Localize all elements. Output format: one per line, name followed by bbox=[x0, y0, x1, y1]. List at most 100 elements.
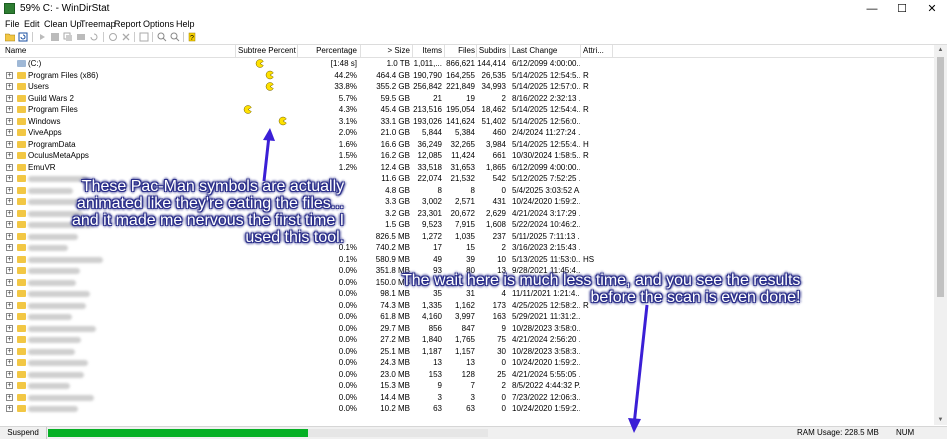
expand-toggle-icon[interactable]: + bbox=[6, 267, 13, 274]
explorer-icon[interactable] bbox=[76, 32, 86, 42]
menu-file[interactable]: File bbox=[5, 18, 20, 30]
expand-toggle-icon[interactable]: + bbox=[6, 129, 13, 136]
table-row[interactable]: +0.0% 10.2 MB 63 63 0 10/24/2020 1:59:2... bbox=[0, 403, 934, 415]
expand-toggle-icon[interactable]: + bbox=[6, 301, 13, 309]
table-row[interactable]: +0.1% 580.9 MB 49 39 10 5/13/2025 11:53:0... H… bbox=[0, 254, 934, 266]
table-row[interactable]: + Program Files 4.3% 45.4 GB 213,516 195,054 1… bbox=[0, 104, 934, 116]
column-subtree-percent[interactable]: Subtree Percent... bbox=[238, 45, 296, 57]
expand-toggle-icon[interactable]: + bbox=[6, 290, 13, 297]
expand-toggle-icon[interactable]: + bbox=[6, 255, 13, 263]
row-last-change: 5/14/2025 12:56:0... bbox=[512, 116, 580, 126]
expand-toggle-icon[interactable]: + bbox=[6, 186, 13, 194]
table-row[interactable]: +0.0% 27.2 MB 1,840 1,765 75 4/21/2024 2:56:2… bbox=[0, 334, 934, 346]
help-icon[interactable]: ? bbox=[187, 32, 197, 42]
column-attributes[interactable]: Attri... bbox=[583, 45, 613, 57]
table-row[interactable]: + OculusMetaApps 1.5% 16.2 GB 12,085 11,424 66… bbox=[0, 150, 934, 162]
recycle-icon[interactable] bbox=[108, 32, 118, 42]
column-items[interactable]: Items bbox=[414, 45, 442, 57]
row-last-change: 3/16/2023 2:15:43 ... bbox=[512, 243, 580, 252]
table-row[interactable]: (C:) [1:48 s] 1.0 TB 1,011,... 866,621 144,41… bbox=[0, 58, 934, 70]
expand-toggle-icon[interactable]: + bbox=[6, 106, 13, 113]
column-size[interactable]: > Size bbox=[362, 45, 410, 57]
expand-toggle-icon[interactable]: + bbox=[6, 209, 13, 217]
scroll-down-arrow-icon[interactable]: ▼ bbox=[934, 415, 947, 425]
expand-toggle-icon[interactable]: + bbox=[6, 152, 13, 159]
expand-toggle-icon[interactable]: + bbox=[6, 370, 13, 378]
expand-toggle-icon[interactable]: + bbox=[6, 382, 13, 389]
table-row[interactable]: + Users 33.8% 355.2 GB 256,842 221,849 34,993 5… bbox=[0, 81, 934, 93]
table-row[interactable]: + Windows 3.1% 33.1 GB 193,026 141,624 51,402 5… bbox=[0, 116, 934, 128]
table-row[interactable]: +0.0% 25.1 MB 1,187 1,157 30 10/28/2023 3:58:… bbox=[0, 346, 934, 358]
zoom-out-icon[interactable] bbox=[170, 32, 180, 42]
expand-toggle-icon[interactable]: + bbox=[6, 71, 13, 79]
row-percentage: 0.0% bbox=[338, 358, 357, 367]
menu-report[interactable]: Report bbox=[114, 18, 141, 30]
suspend-button[interactable]: Suspend bbox=[0, 427, 47, 439]
vertical-scrollbar[interactable]: ▲ ▼ bbox=[934, 45, 947, 425]
expand-toggle-icon[interactable]: + bbox=[6, 313, 13, 320]
menu-treemap[interactable]: Treemap bbox=[80, 18, 116, 30]
table-row[interactable]: +0.0% 15.3 MB 9 7 2 8/5/2022 4:44:32 P... bbox=[0, 380, 934, 392]
expand-toggle-icon[interactable]: + bbox=[6, 336, 13, 343]
expand-toggle-icon[interactable]: + bbox=[6, 244, 13, 251]
expand-toggle-icon[interactable]: + bbox=[6, 278, 13, 286]
menu-edit[interactable]: Edit bbox=[24, 18, 40, 30]
redacted-name bbox=[28, 383, 70, 389]
annotation-pacman-note: These Pac-Man symbols are actually anima… bbox=[72, 178, 345, 246]
scroll-up-arrow-icon[interactable]: ▲ bbox=[934, 45, 947, 55]
delete-icon[interactable] bbox=[121, 32, 131, 42]
play-icon[interactable] bbox=[37, 32, 47, 42]
table-row[interactable]: +0.0% 29.7 MB 856 847 9 10/28/2023 3:58:0... bbox=[0, 323, 934, 335]
expand-toggle-icon[interactable]: + bbox=[6, 232, 13, 240]
expand-toggle-icon[interactable]: + bbox=[6, 347, 13, 355]
menu-clean-up[interactable]: Clean Up bbox=[44, 18, 82, 30]
table-row[interactable]: + ViveApps 2.0% 21.0 GB 5,844 5,384 460 2/4/202… bbox=[0, 127, 934, 139]
expand-toggle-icon[interactable]: + bbox=[6, 405, 13, 412]
table-row[interactable]: +0.0% 24.3 MB 13 13 0 10/24/2020 1:59:2... bbox=[0, 357, 934, 369]
table-row[interactable]: +0.0% 23.0 MB 153 128 25 4/21/2024 5:55:05 ..… bbox=[0, 369, 934, 381]
table-row[interactable]: +0.0% 14.4 MB 3 3 0 7/23/2022 12:06:3... bbox=[0, 392, 934, 404]
properties-icon[interactable] bbox=[139, 32, 149, 42]
expand-toggle-icon[interactable]: + bbox=[6, 175, 13, 182]
expand-toggle-icon[interactable]: + bbox=[6, 198, 13, 205]
table-row[interactable]: + Program Files (x86) 44.2% 464.4 GB 190,790… bbox=[0, 70, 934, 82]
expand-toggle-icon[interactable]: + bbox=[6, 163, 13, 171]
expand-toggle-icon[interactable]: + bbox=[6, 359, 13, 366]
table-row[interactable]: + EmuVR 1.2% 12.4 GB 33,518 31,653 1,865 6/12/2… bbox=[0, 162, 934, 174]
column-percentage[interactable]: Percentage bbox=[299, 45, 357, 57]
row-last-change: 10/30/2024 1:58:5... bbox=[512, 151, 580, 160]
row-items: 213,516 bbox=[413, 105, 442, 114]
expand-toggle-icon[interactable]: + bbox=[6, 221, 13, 228]
row-files: 1,035 bbox=[454, 231, 475, 241]
close-button[interactable]: ✕ bbox=[917, 0, 947, 18]
column-header: Name Subtree Percent... Percentage > Siz… bbox=[0, 45, 934, 58]
copy-icon[interactable] bbox=[63, 32, 73, 42]
expand-toggle-icon[interactable]: + bbox=[6, 393, 13, 401]
table-row[interactable]: + Guild Wars 2 5.7% 59.5 GB 21 19 2 8/16/2022 2… bbox=[0, 93, 934, 105]
menu-options[interactable]: Options bbox=[143, 18, 174, 30]
redacted-name bbox=[28, 406, 78, 412]
column-name[interactable]: Name bbox=[5, 45, 230, 57]
open-folder-icon[interactable] bbox=[5, 32, 15, 42]
table-row[interactable]: + ProgramData 1.6% 16.6 GB 36,249 32,265 3,984… bbox=[0, 139, 934, 151]
maximize-button[interactable]: ☐ bbox=[887, 0, 917, 18]
save-icon[interactable] bbox=[50, 32, 60, 42]
expand-toggle-icon[interactable]: + bbox=[6, 140, 13, 148]
row-files: 5,384 bbox=[454, 128, 475, 137]
expand-toggle-icon[interactable]: + bbox=[6, 117, 13, 125]
minimize-button[interactable]: — bbox=[857, 0, 887, 18]
column-last-change[interactable]: Last Change bbox=[512, 45, 578, 57]
zoom-in-icon[interactable] bbox=[157, 32, 167, 42]
column-subdirs[interactable]: Subdirs bbox=[478, 45, 506, 57]
redacted-name bbox=[28, 245, 68, 251]
table-row[interactable]: +0.0% 61.8 MB 4,160 3,997 163 5/29/2021 11:31… bbox=[0, 311, 934, 323]
menu-help[interactable]: Help bbox=[176, 18, 195, 30]
column-files[interactable]: Files bbox=[446, 45, 475, 57]
expand-toggle-icon[interactable]: + bbox=[6, 94, 13, 102]
scrollbar-thumb[interactable] bbox=[937, 57, 944, 297]
expand-toggle-icon[interactable]: + bbox=[6, 324, 13, 332]
folder-icon bbox=[17, 324, 26, 332]
refresh-icon[interactable] bbox=[18, 32, 28, 42]
expand-toggle-icon[interactable]: + bbox=[6, 83, 13, 90]
cmd-icon[interactable] bbox=[89, 32, 99, 42]
